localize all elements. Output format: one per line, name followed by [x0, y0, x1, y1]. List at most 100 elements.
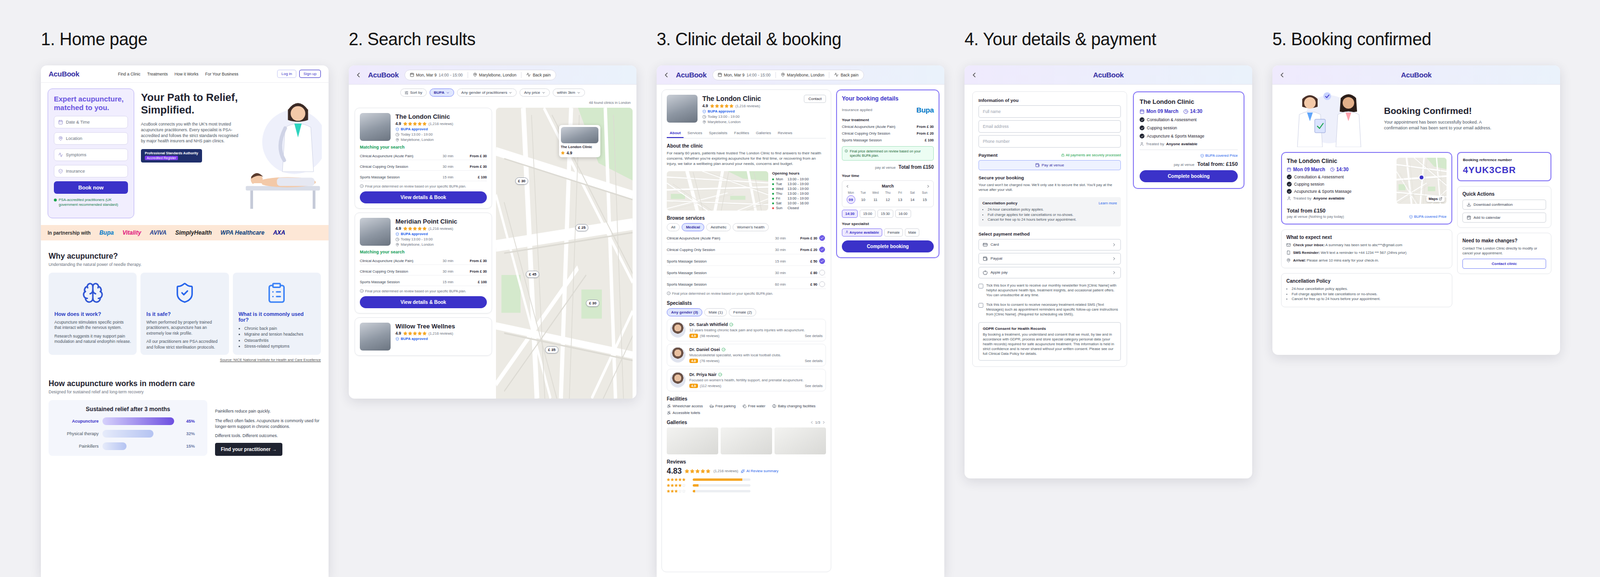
tab[interactable]: Galleries: [752, 128, 775, 139]
nav-link[interactable]: For Your Business: [205, 71, 239, 77]
text-input[interactable]: Full name: [978, 105, 1121, 118]
payment-method[interactable]: Apple pay: [978, 266, 1121, 279]
service-row[interactable]: Sports Massage Session60 min£ 90: [666, 279, 826, 290]
specialist-card[interactable]: Dr. Sarah Whitfield12 years treating chr…: [666, 318, 826, 342]
payment-method[interactable]: Card: [978, 239, 1121, 251]
clinic-card[interactable]: Meridian Point Clinic4.9(1,216 reviews)B…: [354, 212, 493, 314]
calendar-day[interactable]: Mon09: [845, 190, 857, 204]
service-row[interactable]: Clinical Cupping Only Session30 minFrom …: [666, 245, 826, 255]
complete-booking-button[interactable]: Complete booking: [1139, 170, 1238, 183]
contact-button[interactable]: Contact: [803, 94, 826, 103]
tab[interactable]: Services: [684, 128, 706, 139]
nav-link[interactable]: Find a Clinic: [117, 71, 141, 77]
map-pin[interactable]: £ 30: [515, 177, 529, 185]
service-row[interactable]: Sports Massage Session30 min£ 80: [666, 268, 826, 278]
gallery-photo[interactable]: [720, 427, 773, 455]
date-field[interactable]: Mon, Mar 914:00 - 15:00: [717, 72, 771, 78]
see-details-link[interactable]: See details: [804, 358, 823, 364]
search-field[interactable]: Date & Time: [53, 115, 128, 129]
text-input[interactable]: Phone number: [978, 135, 1121, 148]
location-field[interactable]: Marylebone, London: [472, 72, 517, 78]
maps-button[interactable]: Maps: [1426, 195, 1445, 203]
consent-checkbox[interactable]: [978, 283, 984, 289]
specialist-option[interactable]: Male: [904, 228, 920, 237]
calendar-day[interactable]: Wed11: [869, 190, 882, 204]
category-chip[interactable]: Medical: [681, 223, 705, 232]
learn-more-link[interactable]: Learn more: [1098, 201, 1118, 206]
nav-link[interactable]: How it Works: [174, 71, 199, 77]
search-field[interactable]: Symptoms: [53, 148, 128, 162]
map-pin[interactable]: £ 25: [575, 224, 589, 232]
consent-checkbox[interactable]: [978, 303, 984, 308]
signup-button[interactable]: Sign up: [299, 69, 321, 78]
gallery-photo[interactable]: [666, 427, 719, 455]
calendar-day[interactable]: Fri13: [894, 190, 906, 204]
filter-chip[interactable]: Sort by: [400, 88, 427, 97]
ai-summary-link[interactable]: AI Review summary: [740, 469, 779, 474]
time-slot[interactable]: 15:30: [877, 209, 894, 218]
date-field[interactable]: Mon, Mar 914:00 - 15:00: [409, 72, 463, 78]
complete-booking-button[interactable]: Complete booking: [841, 240, 934, 253]
gender-chip[interactable]: Any gender (3): [666, 308, 703, 317]
service-checkbox[interactable]: [819, 235, 826, 242]
contact-clinic-button[interactable]: Contact clinic: [1462, 258, 1547, 269]
tab[interactable]: Reviews: [774, 128, 796, 139]
gallery-photo[interactable]: [774, 427, 826, 455]
filter-chip[interactable]: Any price: [519, 88, 550, 97]
back-button[interactable]: [1278, 71, 1286, 79]
calendar-day[interactable]: Sun15: [918, 190, 931, 204]
specialist-card[interactable]: Dr. Daniel OseiMusculoskeletal specialis…: [666, 343, 826, 367]
symptom-field[interactable]: Back pain: [526, 72, 551, 78]
time-slot[interactable]: 16:00: [895, 209, 912, 218]
specialist-card[interactable]: Dr. Priya NairFocused on women's health,…: [666, 368, 826, 392]
category-chip[interactable]: Women's health: [732, 223, 769, 232]
nav-link[interactable]: Treatments: [147, 71, 168, 77]
filter-chip[interactable]: Any gender of practitioners: [457, 88, 518, 97]
quick-action-button[interactable]: Download confirmation: [1462, 199, 1547, 210]
back-button[interactable]: [354, 71, 363, 79]
service-checkbox[interactable]: [819, 258, 826, 265]
tab[interactable]: Facilities: [731, 128, 752, 139]
text-input[interactable]: Email address: [978, 120, 1121, 133]
see-details-link[interactable]: See details: [804, 383, 823, 389]
symptom-field[interactable]: Back pain: [834, 72, 859, 78]
search-field[interactable]: Location: [53, 132, 128, 145]
see-details-link[interactable]: See details: [804, 333, 823, 339]
specialist-option[interactable]: Female: [884, 228, 903, 237]
back-button[interactable]: [662, 71, 671, 79]
view-details-button[interactable]: View details & Book: [359, 296, 487, 309]
clinic-card[interactable]: The London Clinic4.9(1,216 reviews)BUPA …: [354, 107, 493, 209]
gender-chip[interactable]: Female (2): [728, 308, 757, 317]
search-field[interactable]: Insurance: [53, 165, 128, 178]
calendar-day[interactable]: Thu12: [882, 190, 894, 204]
search-pill[interactable]: Mon, Mar 914:00 - 15:00 Marylebone, Londo…: [404, 69, 557, 81]
find-practitioner-button[interactable]: Find your practitioner →: [215, 443, 283, 457]
calendar-day[interactable]: Tue10: [857, 190, 870, 204]
service-checkbox[interactable]: [819, 246, 826, 253]
view-details-button[interactable]: View details & Book: [359, 191, 487, 204]
back-button[interactable]: [970, 71, 978, 79]
map-pin[interactable]: £ 30: [585, 299, 600, 307]
service-row[interactable]: Clinical Acupuncture (Acute Pain)30 minF…: [666, 233, 826, 243]
filter-chip[interactable]: BUPA: [429, 88, 455, 97]
map-pin[interactable]: £ 35: [545, 346, 559, 354]
book-now-button[interactable]: Book now: [53, 181, 128, 194]
calendar-day[interactable]: Sat14: [906, 190, 919, 204]
time-slot[interactable]: 14:30: [841, 209, 858, 218]
service-checkbox[interactable]: [819, 269, 826, 276]
gender-chip[interactable]: Male (1): [704, 308, 727, 317]
clinic-card[interactable]: Willow Tree Wellnes4.9(1,216 reviews)BUP…: [354, 317, 493, 356]
source-link[interactable]: Source: NICE National Institute for Heal…: [219, 357, 321, 363]
payment-method[interactable]: Paypal: [978, 253, 1121, 265]
service-checkbox[interactable]: [819, 281, 826, 288]
gallery-pager[interactable]: 1/3: [809, 420, 826, 425]
pay-at-venue-option[interactable]: Pay at venue: [978, 160, 1121, 171]
location-field[interactable]: Marylebone, London: [780, 72, 825, 78]
time-slot[interactable]: 15:00: [859, 209, 876, 218]
quick-action-button[interactable]: Add to calendar: [1462, 212, 1547, 223]
login-button[interactable]: Log in: [277, 69, 297, 78]
category-chip[interactable]: All: [666, 223, 680, 232]
map-pin[interactable]: £ 45: [525, 270, 540, 279]
search-pill[interactable]: Mon, Mar 914:00 - 15:00 Marylebone, Londo…: [712, 69, 864, 81]
filter-chip[interactable]: within 3km: [552, 88, 585, 97]
